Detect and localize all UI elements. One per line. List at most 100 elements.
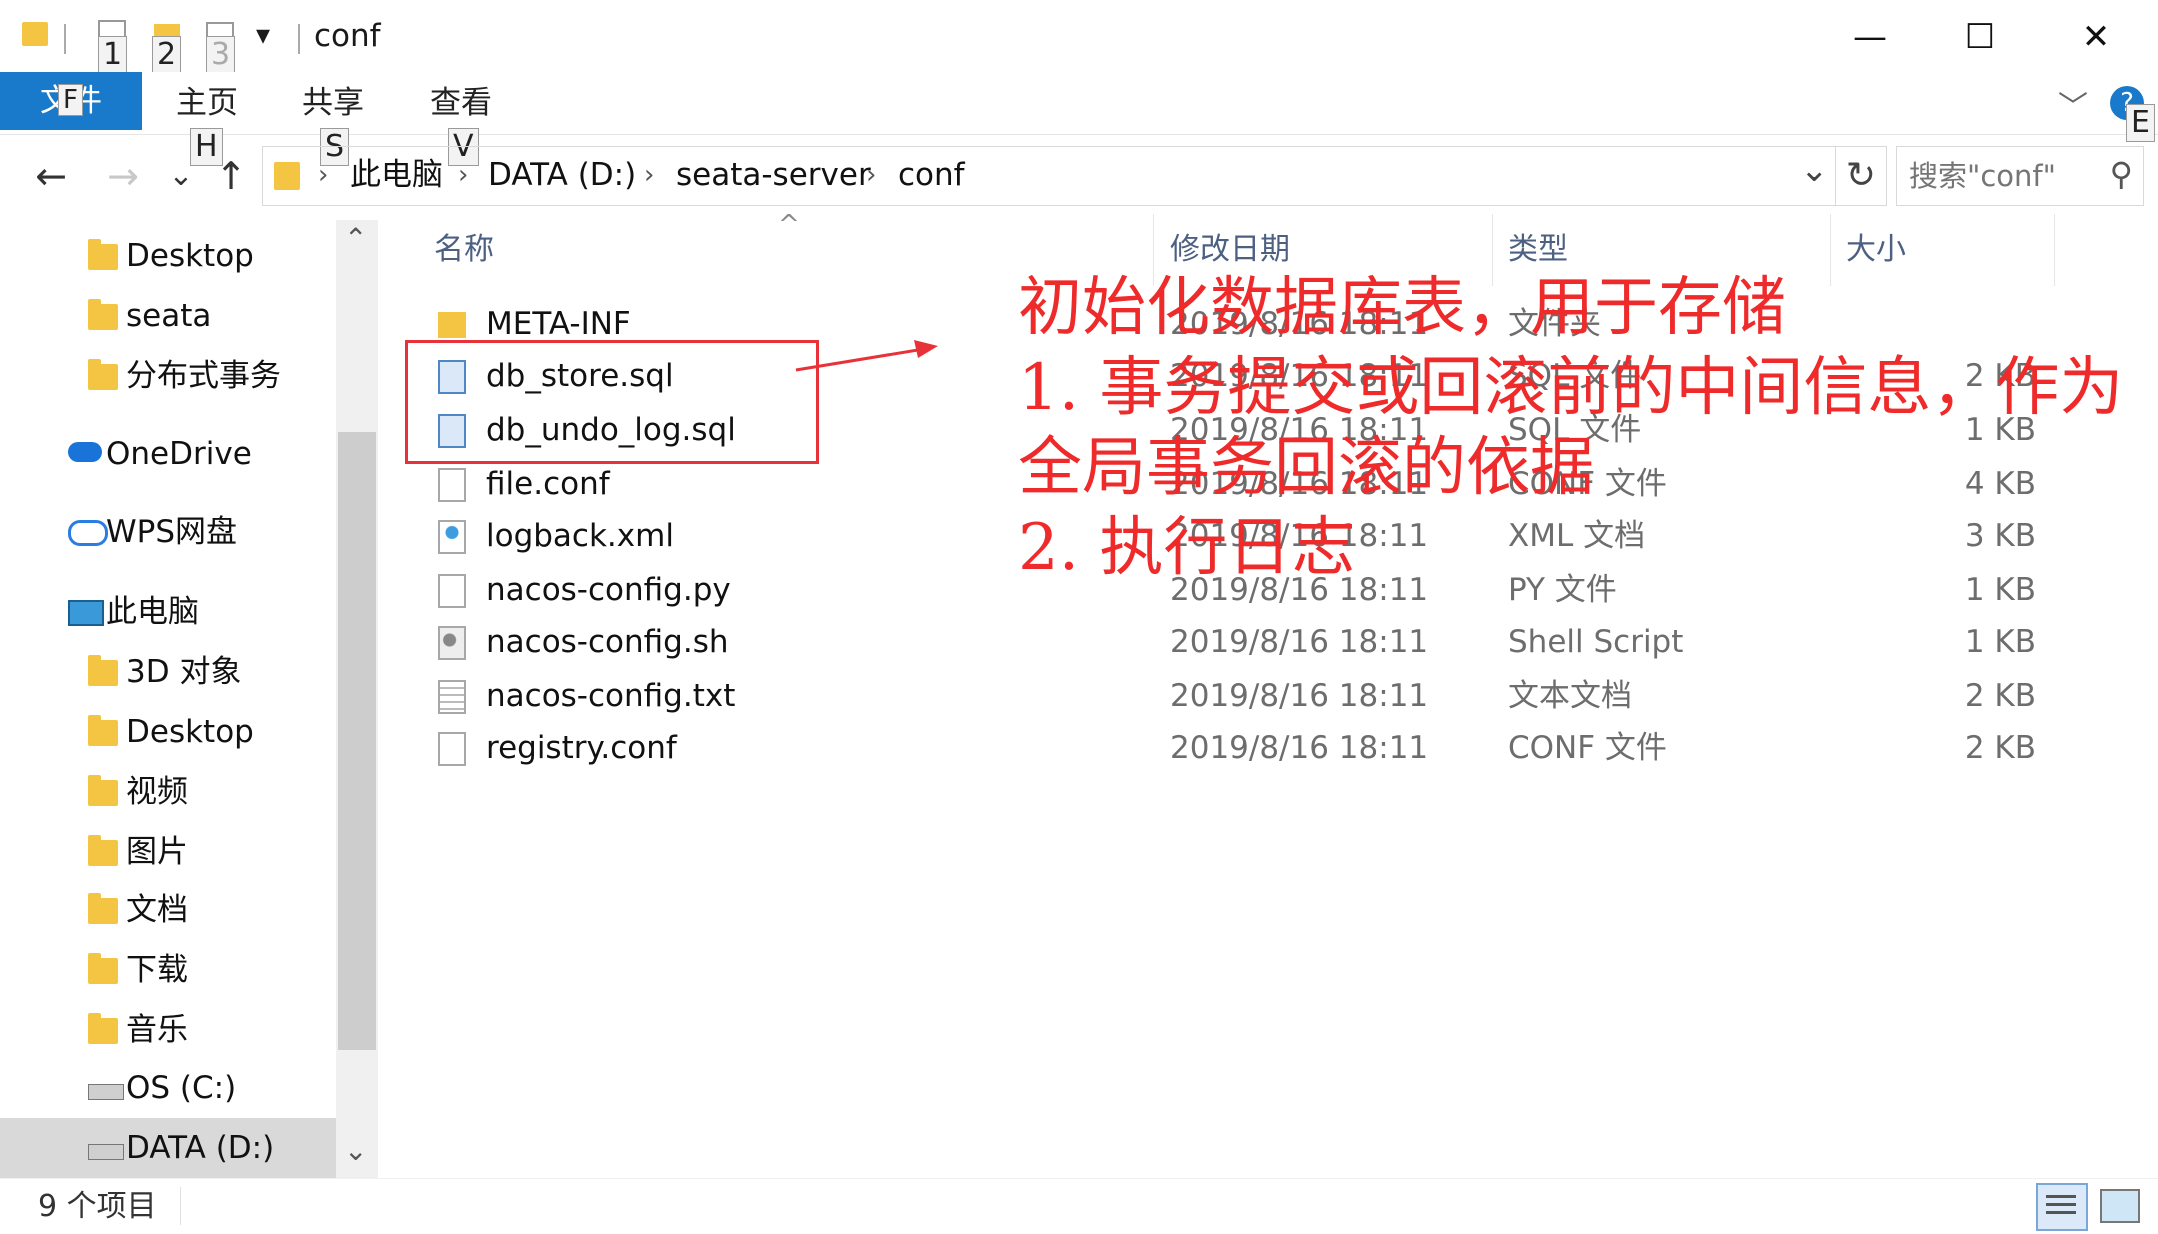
file-name: logback.xml xyxy=(486,518,674,554)
sidebar-item-label: Desktop xyxy=(126,238,254,274)
sidebar-item-label: 音乐 xyxy=(126,1012,188,1048)
sidebar-item-label: 视频 xyxy=(126,774,188,810)
downloads-folder-icon xyxy=(88,953,118,984)
sidebar-item[interactable]: 分布式事务 xyxy=(0,346,336,406)
file-type: Shell Script xyxy=(1508,624,1684,660)
file-name: nacos-config.sh xyxy=(486,624,729,660)
file-type: CONF 文件 xyxy=(1508,730,1667,766)
sidebar-item[interactable]: 下载 xyxy=(0,940,336,1000)
up-button[interactable]: ↑ xyxy=(206,148,256,204)
file-name: nacos-config.py xyxy=(486,572,731,608)
column-header-name[interactable]: 名称 xyxy=(434,230,494,270)
search-input[interactable] xyxy=(1907,153,2091,199)
ribbon-tabs: 主页 共享 查看 ﹀ ? xyxy=(0,72,2158,135)
title-bar: 1 2 3 ▾ conf — ☐ ✕ xyxy=(0,0,2158,74)
file-name: file.conf xyxy=(486,466,610,502)
search-icon[interactable]: ⚲ xyxy=(2110,155,2133,193)
folder-icon xyxy=(274,162,300,190)
text-file-icon xyxy=(438,680,466,714)
breadcrumb-this-pc[interactable]: 此电脑 xyxy=(350,146,443,204)
sidebar-item-label: 图片 xyxy=(126,834,188,870)
large-icons-view-icon[interactable] xyxy=(2100,1189,2140,1223)
sidebar-item[interactable]: OS (C:) xyxy=(0,1058,336,1118)
qat-dropdown-icon[interactable]: ▾ xyxy=(256,18,270,51)
file-size: 2 KB xyxy=(1964,678,2036,714)
tab-view[interactable]: 查看 xyxy=(430,72,492,128)
tab-home[interactable]: 主页 xyxy=(176,72,238,128)
sidebar-item[interactable]: 3D 对象 xyxy=(0,642,336,702)
sidebar-item-label: DATA (D:) xyxy=(126,1130,275,1166)
recent-locations-button[interactable]: ⌄ xyxy=(156,148,206,204)
folder-icon xyxy=(88,299,118,330)
file-date: 2019/8/16 18:11 xyxy=(1170,624,1429,660)
sidebar-item[interactable]: OneDrive xyxy=(0,424,336,484)
annotation-line: 全局事务回滚的依据 xyxy=(1018,431,1594,505)
details-view-icon[interactable] xyxy=(2036,1183,2088,1231)
sidebar-item-label: seata xyxy=(126,298,212,334)
back-button[interactable]: ← xyxy=(26,148,76,204)
sidebar-item-label: 此电脑 xyxy=(106,594,199,630)
window-title: conf xyxy=(314,18,381,54)
forward-button[interactable]: → xyxy=(98,148,148,204)
music-folder-icon xyxy=(88,1013,118,1044)
address-dropdown-icon[interactable]: ⌄ xyxy=(1800,150,1829,190)
file-name: nacos-config.txt xyxy=(486,678,736,714)
sidebar-item-label: Desktop xyxy=(126,714,254,750)
scroll-up-icon[interactable]: ⌃ xyxy=(344,222,367,255)
file-date: 2019/8/16 18:11 xyxy=(1170,678,1429,714)
sidebar-item-label: 下载 xyxy=(126,952,188,988)
scroll-down-icon[interactable]: ⌄ xyxy=(344,1134,367,1167)
folder-icon xyxy=(438,312,466,338)
sidebar-item[interactable]: Desktop xyxy=(0,702,336,762)
sidebar-item[interactable]: seata xyxy=(0,286,336,346)
annotation-arrow xyxy=(795,340,938,372)
drive-icon xyxy=(88,1144,124,1160)
search-box[interactable]: ⚲ xyxy=(1896,146,2144,206)
keytip-1: 1 xyxy=(98,36,128,74)
sidebar-item[interactable]: 音乐 xyxy=(0,1000,336,1060)
computer-icon xyxy=(68,600,104,626)
annotation-line: 2. 执行日志 xyxy=(1018,511,1356,585)
keytip-2: 2 xyxy=(152,36,182,74)
sort-indicator-icon: ^ xyxy=(778,210,800,240)
sidebar-item-label: 文档 xyxy=(126,892,188,928)
blank-file-icon xyxy=(438,732,466,766)
annotation-line: 1. 事务提交或回滚前的中间信息，作为 xyxy=(1018,351,2124,425)
file-name: registry.conf xyxy=(486,730,677,766)
sidebar-item[interactable]: 图片 xyxy=(0,822,336,882)
sidebar-scroll-thumb[interactable] xyxy=(338,432,376,1050)
minimize-button[interactable]: — xyxy=(1840,12,1900,62)
breadcrumb-data-drive[interactable]: DATA (D:) xyxy=(488,146,636,204)
breadcrumb-seata-server[interactable]: seata-server xyxy=(676,146,871,204)
sidebar-item-label: WPS网盘 xyxy=(106,514,238,550)
qat-separator xyxy=(64,24,66,54)
item-count: 9 个项目 xyxy=(38,1189,157,1224)
column-header-type[interactable]: 类型 xyxy=(1508,230,1568,270)
tab-share[interactable]: 共享 xyxy=(302,72,364,128)
desktop-folder-icon xyxy=(88,239,118,270)
column-header-size[interactable]: 大小 xyxy=(1846,230,1906,270)
maximize-button[interactable]: ☐ xyxy=(1950,12,2010,62)
column-header-date[interactable]: 修改日期 xyxy=(1170,230,1290,270)
sidebar-item[interactable]: Desktop xyxy=(0,226,336,286)
close-button[interactable]: ✕ xyxy=(2066,12,2126,62)
ribbon-expand-icon[interactable]: ﹀ xyxy=(2058,82,2088,126)
sidebar-item[interactable]: 文档 xyxy=(0,880,336,940)
breadcrumb-separator: › xyxy=(318,160,329,190)
breadcrumb-separator: › xyxy=(644,160,655,190)
breadcrumb-conf[interactable]: conf xyxy=(898,146,965,204)
file-row[interactable]: registry.conf 2019/8/16 18:11 CONF 文件 2 KB xyxy=(400,722,2100,774)
file-size: 1 KB xyxy=(1964,624,2036,660)
sidebar-item[interactable]: 此电脑 xyxy=(0,582,336,642)
sidebar-item-label: 3D 对象 xyxy=(126,654,242,690)
sidebar-item[interactable]: 视频 xyxy=(0,762,336,822)
file-row[interactable]: nacos-config.txt 2019/8/16 18:11 文本文档 2 KB xyxy=(400,670,2100,722)
desktop-folder-icon xyxy=(88,715,118,746)
sidebar-item[interactable]: WPS网盘 xyxy=(0,502,336,562)
sidebar-item[interactable]: DATA (D:) xyxy=(0,1118,336,1178)
status-bar: 9 个项目 xyxy=(0,1178,2158,1234)
xml-file-icon xyxy=(438,520,466,554)
refresh-button[interactable]: ↻ xyxy=(1836,146,1887,206)
breadcrumb-separator: › xyxy=(866,160,877,190)
file-row[interactable]: nacos-config.sh 2019/8/16 18:11 Shell Scri… xyxy=(400,616,2100,668)
